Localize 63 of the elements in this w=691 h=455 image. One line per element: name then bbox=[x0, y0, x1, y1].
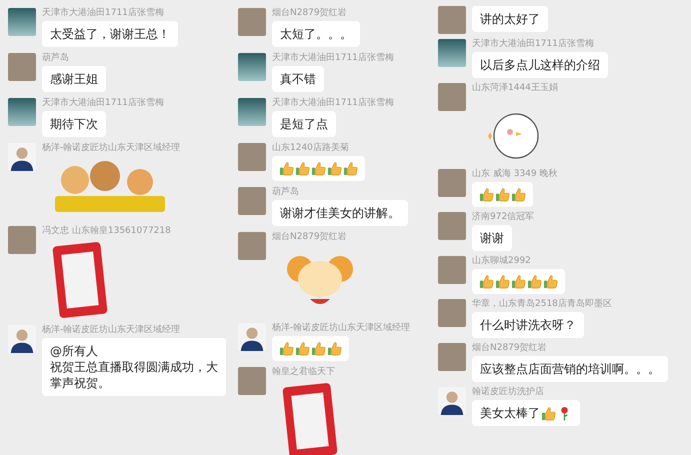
sender-name: 葫芦岛 bbox=[42, 53, 70, 64]
thumbs-up-icon bbox=[511, 274, 526, 289]
avatar-silhouette[interactable] bbox=[438, 387, 466, 415]
thumbs-up-icon bbox=[295, 341, 310, 356]
message-bubble: 以后多点儿这样的介绍 bbox=[472, 52, 608, 78]
avatar-silhouette[interactable] bbox=[8, 143, 36, 171]
sender-name: 烟台N2879贺红岩 bbox=[272, 8, 348, 19]
thumbs-up-icon bbox=[311, 161, 326, 176]
avatar-placeholder[interactable] bbox=[8, 8, 36, 36]
avatar-placeholder[interactable] bbox=[238, 98, 266, 126]
message-bubble: 是短了点 bbox=[272, 111, 336, 137]
thumbs-up-icon bbox=[479, 187, 494, 202]
avatar-silhouette[interactable] bbox=[8, 325, 36, 353]
sender-name: 天津市大港油田1711店张雪梅 bbox=[472, 39, 595, 50]
sender-name: 山东 威海 3349 晚秋 bbox=[472, 169, 558, 180]
thumbs-up-icon bbox=[495, 274, 510, 289]
thumbs-up-icon bbox=[311, 341, 326, 356]
thumbs-up-icon bbox=[541, 406, 556, 420]
sender-name: 翰皇之君临天下 bbox=[272, 367, 336, 378]
thumbs-up-icon bbox=[343, 161, 358, 176]
message-bubble: 应该整点店面营销的培训啊。。。 bbox=[472, 356, 668, 382]
sender-name: 济南972信冠军 bbox=[472, 212, 534, 223]
message-bubble: 太短了。。。 bbox=[272, 21, 360, 47]
message-bubble: 美女太棒了 bbox=[472, 400, 580, 426]
sender-name: 葫芦岛 bbox=[272, 187, 300, 198]
sender-name: 天津市大港油田1711店张雪梅 bbox=[42, 8, 165, 19]
sender-name: 山东1240店路美菊 bbox=[272, 143, 350, 154]
sender-name: 烟台N2879贺红岩 bbox=[472, 343, 548, 354]
thumbs-up-icon bbox=[511, 187, 526, 202]
avatar-placeholder[interactable] bbox=[8, 98, 36, 126]
thumbs-up-icon bbox=[279, 161, 294, 176]
thumbs-up-icon bbox=[327, 341, 342, 356]
sender-name: 天津市大港油田1711店张雪梅 bbox=[272, 53, 394, 64]
thumbs-up-icon bbox=[543, 274, 558, 289]
message-bubble: 真不错 bbox=[272, 66, 324, 92]
thumbs-up-icon bbox=[527, 274, 542, 289]
message-bubble: 谢谢 bbox=[472, 225, 512, 251]
sender-name: 华章，山东青岛2518店青岛即墨区 bbox=[472, 299, 612, 310]
message-bubble: 谢谢才佳美女的讲解。 bbox=[272, 200, 408, 226]
message-bubble: @所有人 祝贺王总直播取得圆满成功，大掌声祝贺。 bbox=[42, 338, 226, 396]
message-bubble: 期待下次 bbox=[42, 111, 106, 137]
sender-name: 山东菏泽1444王玉娟 bbox=[472, 83, 558, 94]
sender-name: 翰诺皮匠坊洗护店 bbox=[472, 387, 545, 398]
avatar-placeholder[interactable] bbox=[238, 53, 266, 81]
thumbs-up-icon bbox=[479, 274, 494, 289]
sender-name: 冯文忠 山东翰皇13561077218 bbox=[42, 226, 171, 237]
message-bubble: 感谢王姐 bbox=[42, 66, 106, 92]
sender-name: 天津市大港油田1711店张雪梅 bbox=[272, 98, 394, 109]
thumbs-up-icon bbox=[279, 341, 294, 356]
message-bubble: 讲的太好了 bbox=[472, 6, 548, 32]
avatar-silhouette[interactable] bbox=[238, 323, 266, 351]
sender-name: 杨洋-翰诺皮匠坊山东天津区域经理 bbox=[42, 143, 180, 154]
sender-name: 天津市大港油田1711店张雪梅 bbox=[42, 98, 164, 109]
sender-name: 山东聊城2992 bbox=[472, 256, 532, 267]
thumbs-up-icon bbox=[495, 187, 510, 202]
sender-name: 烟台N2879贺红岩 bbox=[272, 232, 348, 243]
avatar-placeholder[interactable] bbox=[438, 39, 466, 67]
thumbs-up-icon bbox=[295, 161, 310, 176]
sender-name: 杨洋-翰诺皮匠坊山东天津区域经理 bbox=[42, 325, 182, 336]
sender-name: 杨洋-翰诺皮匠坊山东天津区域经理 bbox=[272, 323, 410, 334]
thumbs-up-icon bbox=[327, 161, 342, 176]
message-bubble: 太受益了，谢谢王总！ bbox=[42, 21, 178, 47]
message-bubble: 什么时讲洗衣呀？ bbox=[472, 312, 584, 338]
